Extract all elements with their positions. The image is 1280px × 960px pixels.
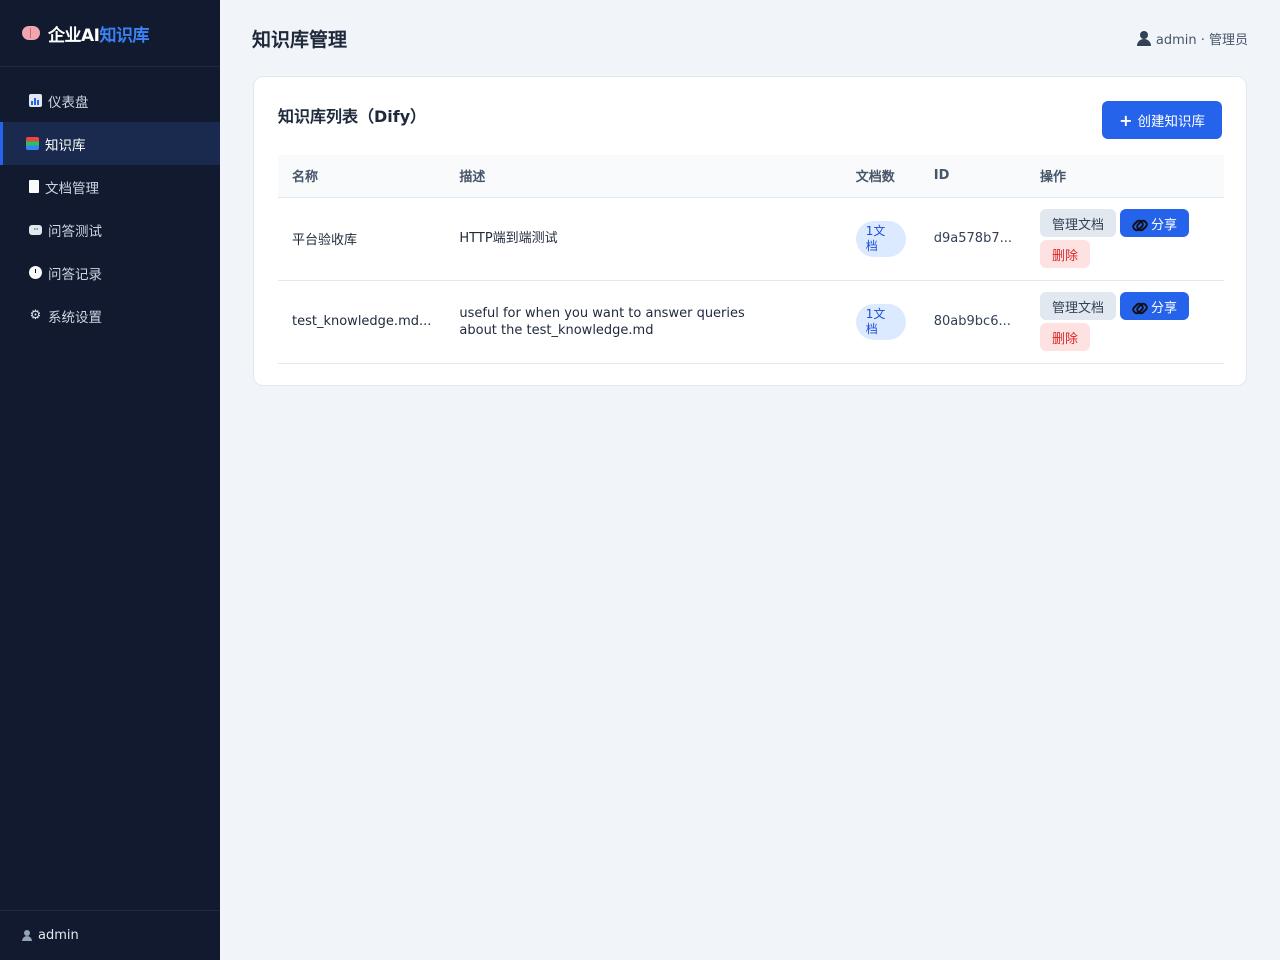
column-header-doc-count: 文档数 <box>841 155 920 198</box>
sidebar-item-dashboard[interactable]: 仪表盘 <box>0 79 220 122</box>
sidebar-item-settings[interactable]: ⚙ 系统设置 <box>0 294 220 337</box>
sidebar-nav: 仪表盘 知识库 文档管理 ··· 问答测试 问答记录 ⚙ 系统设置 <box>0 67 220 337</box>
sidebar-item-qa-history[interactable]: 问答记录 <box>0 251 220 294</box>
share-button[interactable]: 分享 <box>1120 292 1190 320</box>
cell-name: 平台验收库 <box>278 197 446 281</box>
cell-description: useful for when you want to answer queri… <box>445 280 842 364</box>
books-icon <box>26 137 39 150</box>
brand-title: 企业AI知识库 <box>48 21 149 46</box>
column-header-description: 描述 <box>445 155 842 198</box>
create-button-label: 创建知识库 <box>1137 114 1206 130</box>
create-knowledge-base-button[interactable]: + 创建知识库 <box>1102 101 1222 139</box>
share-label: 分享 <box>1151 300 1178 316</box>
table-header-row: 名称 描述 文档数 ID 操作 <box>278 155 1224 198</box>
manage-documents-button[interactable]: 管理文档 <box>1040 209 1117 237</box>
user-icon <box>1136 30 1151 46</box>
user-menu[interactable]: admin · 管理员 <box>1136 29 1248 48</box>
kb-name: 平台验收库 <box>292 233 358 248</box>
manage-documents-button[interactable]: 管理文档 <box>1040 292 1117 320</box>
column-header-actions: 操作 <box>1026 155 1224 198</box>
sidebar-item-label: 系统设置 <box>48 309 102 326</box>
cell-id: d9a578b7... <box>919 197 1026 281</box>
main-content: 知识库管理 admin · 管理员 知识库列表（Dify） + 创建知识库 名称… <box>220 0 1280 960</box>
link-icon <box>1132 217 1145 230</box>
card-title: 知识库列表（Dify） <box>278 107 427 126</box>
delete-button[interactable]: 删除 <box>1040 323 1091 351</box>
cell-description: HTTP端到端测试 <box>445 197 842 281</box>
sidebar-item-label: 知识库 <box>45 137 86 154</box>
cell-name: test_knowledge.md... <box>278 280 446 364</box>
sidebar-item-documents[interactable]: 文档管理 <box>0 165 220 208</box>
gear-icon: ⚙ <box>29 308 42 323</box>
delete-button[interactable]: 删除 <box>1040 240 1091 268</box>
page-title: 知识库管理 <box>252 28 348 51</box>
cell-id: 80ab9bc6... <box>919 280 1026 364</box>
card-header: 知识库列表（Dify） + 创建知识库 <box>278 101 1222 155</box>
table-row: test_knowledge.md... useful for when you… <box>278 280 1224 364</box>
column-header-id: ID <box>919 155 1026 198</box>
kb-id: 80ab9bc6... <box>933 314 1011 329</box>
sidebar-item-qa-test[interactable]: ··· 问答测试 <box>0 208 220 251</box>
sidebar-item-knowledge-base[interactable]: 知识库 <box>0 122 220 165</box>
knowledge-base-table: 名称 描述 文档数 ID 操作 平台验收库 HTTP端到端测试 1文档 d9a5… <box>278 155 1224 364</box>
sidebar-item-label: 文档管理 <box>45 180 99 197</box>
cell-actions: 管理文档 分享 删除 <box>1026 197 1224 281</box>
sidebar-item-label: 问答记录 <box>48 266 102 283</box>
chart-icon <box>29 94 42 107</box>
kb-name: test_knowledge.md... <box>292 314 432 329</box>
share-button[interactable]: 分享 <box>1120 209 1190 237</box>
chat-icon: ··· <box>29 224 42 235</box>
brand[interactable]: 企业AI知识库 <box>0 0 220 67</box>
doc-count-badge: 1文档 <box>855 303 906 340</box>
sidebar-username: admin <box>38 928 79 943</box>
share-label: 分享 <box>1151 217 1178 233</box>
sidebar-item-label: 仪表盘 <box>48 94 89 111</box>
sidebar: 企业AI知识库 仪表盘 知识库 文档管理 ··· 问答测试 问答记录 ⚙ 系统设… <box>0 0 220 960</box>
clock-icon <box>29 266 42 279</box>
doc-count-badge: 1文档 <box>855 220 906 257</box>
sidebar-item-label: 问答测试 <box>48 223 102 240</box>
plus-icon: + <box>1119 110 1133 130</box>
column-header-name: 名称 <box>278 155 446 198</box>
kb-id: d9a578b7... <box>933 231 1012 246</box>
table-row: 平台验收库 HTTP端到端测试 1文档 d9a578b7... 管理文档 分享 … <box>278 197 1224 281</box>
cell-actions: 管理文档 分享 删除 <box>1026 280 1224 364</box>
page-header: 知识库管理 admin · 管理员 <box>220 0 1280 76</box>
sidebar-user[interactable]: admin <box>0 910 220 960</box>
brand-accent: 知识库 <box>99 25 149 46</box>
brand-prefix: 企业AI <box>48 25 100 46</box>
document-icon <box>29 180 39 193</box>
link-icon <box>1132 300 1145 313</box>
cell-doc-count: 1文档 <box>841 280 920 364</box>
brain-icon <box>22 26 40 40</box>
cell-doc-count: 1文档 <box>841 197 920 281</box>
user-label: admin · 管理员 <box>1155 32 1248 48</box>
user-icon <box>22 930 32 941</box>
knowledge-base-card: 知识库列表（Dify） + 创建知识库 名称 描述 文档数 ID 操作 平台验收… <box>253 76 1247 386</box>
